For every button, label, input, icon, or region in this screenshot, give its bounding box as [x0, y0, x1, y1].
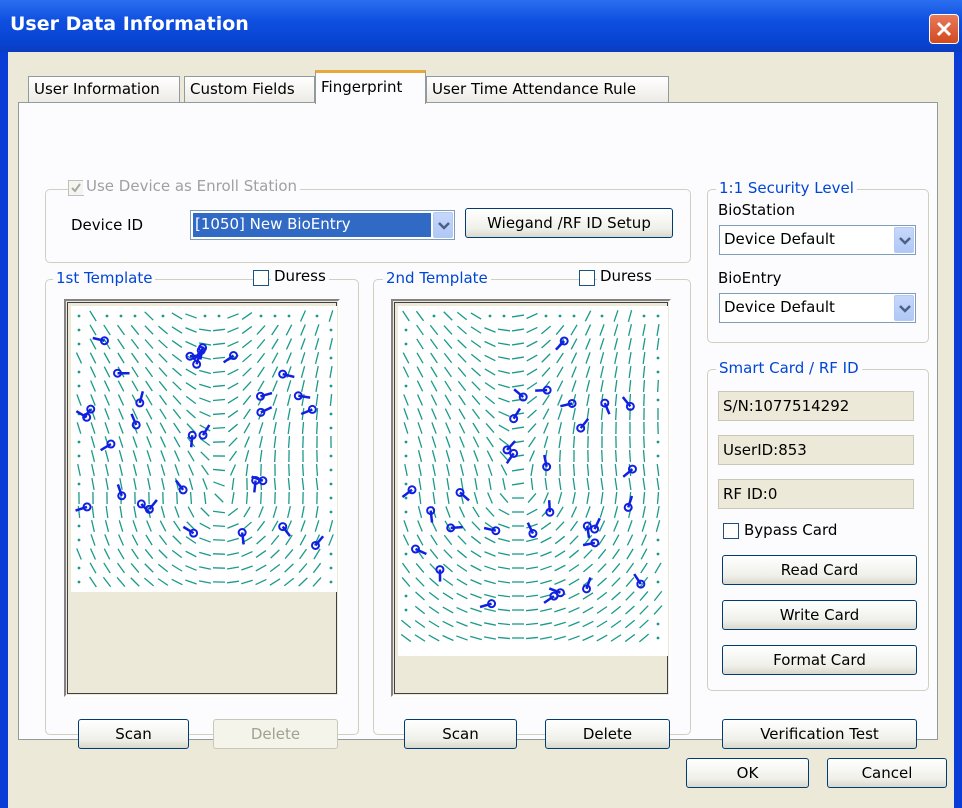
format-card-button[interactable]: Format Card [722, 645, 917, 675]
chevron-down-icon [438, 222, 450, 230]
device-id-label: Device ID [71, 216, 144, 234]
second-scan-button[interactable]: Scan [404, 719, 517, 749]
second-duress-checkbox[interactable] [579, 270, 595, 286]
write-card-button[interactable]: Write Card [722, 600, 917, 630]
bioentry-value: Device Default [724, 298, 835, 316]
first-scan-button[interactable]: Scan [78, 719, 189, 749]
tab-user-information[interactable]: User Information [28, 76, 180, 102]
first-fingerprint-image [71, 306, 337, 592]
tab-fingerprint[interactable]: Fingerprint [315, 70, 426, 104]
use-device-enroll-label: Use Device as Enroll Station [83, 177, 301, 195]
user-id-field: UserID:853 [718, 435, 914, 465]
dialog-window: User Data Information User Information C… [0, 0, 962, 808]
close-icon [936, 21, 952, 37]
bioentry-label: BioEntry [718, 269, 782, 287]
tab-strip: User Information Custom Fields Fingerpri… [8, 52, 954, 104]
device-id-value: [1050] New BioEntry [195, 215, 351, 233]
first-fingerprint-box [64, 299, 340, 697]
close-button[interactable] [929, 14, 959, 44]
chevron-down-icon [899, 237, 911, 245]
second-fingerprint-box [391, 299, 671, 697]
dialog-client: User Information Custom Fields Fingerpri… [8, 52, 954, 808]
fingerprint-tab-panel: Use Device as Enroll Station Device ID [… [18, 102, 938, 749]
read-card-button[interactable]: Read Card [722, 555, 917, 585]
bypass-card-checkbox[interactable] [723, 523, 739, 539]
dropdown-arrow[interactable] [894, 295, 914, 321]
first-duress-checkbox[interactable] [253, 270, 269, 286]
fingerprint-ridges-1 [75, 310, 334, 588]
biostation-dropdown[interactable]: Device Default [719, 225, 916, 255]
biostation-value: Device Default [724, 230, 835, 248]
second-template-title: 2nd Template [383, 269, 491, 287]
smart-card-title: Smart Card / RF ID [716, 359, 862, 377]
wiegand-rfid-setup-button[interactable]: Wiegand /RF ID Setup [465, 208, 673, 238]
security-level-title: 1:1 Security Level [716, 179, 857, 197]
serial-number-field: S/N:1077514292 [718, 391, 914, 421]
fingerprint-ridges-2 [400, 310, 663, 643]
biostation-label: BioStation [718, 201, 795, 219]
chevron-down-icon [899, 305, 911, 313]
second-delete-button[interactable]: Delete [545, 719, 670, 749]
cancel-button[interactable]: Cancel [827, 758, 947, 788]
ok-button[interactable]: OK [686, 758, 809, 788]
tab-user-time-attendance-rule[interactable]: User Time Attendance Rule [426, 76, 669, 102]
title-bar[interactable]: User Data Information [0, 0, 962, 52]
bypass-card-label: Bypass Card [744, 521, 838, 539]
tab-custom-fields[interactable]: Custom Fields [184, 76, 315, 102]
first-delete-button[interactable]: Delete [213, 719, 338, 749]
dropdown-arrow[interactable] [894, 227, 914, 253]
second-fingerprint-image [398, 306, 668, 656]
device-id-dropdown[interactable]: [1050] New BioEntry [190, 210, 455, 240]
first-duress-label: Duress [271, 267, 329, 285]
verification-test-button[interactable]: Verification Test [722, 719, 917, 749]
rf-id-field: RF ID:0 [718, 479, 914, 509]
bioentry-dropdown[interactable]: Device Default [719, 293, 916, 323]
second-duress-label: Duress [597, 267, 655, 285]
window-title: User Data Information [10, 13, 249, 35]
use-device-enroll-checkbox[interactable] [68, 180, 84, 196]
checkmark-icon [71, 183, 81, 193]
dropdown-arrow[interactable] [433, 212, 453, 238]
first-template-title: 1st Template [53, 269, 156, 287]
